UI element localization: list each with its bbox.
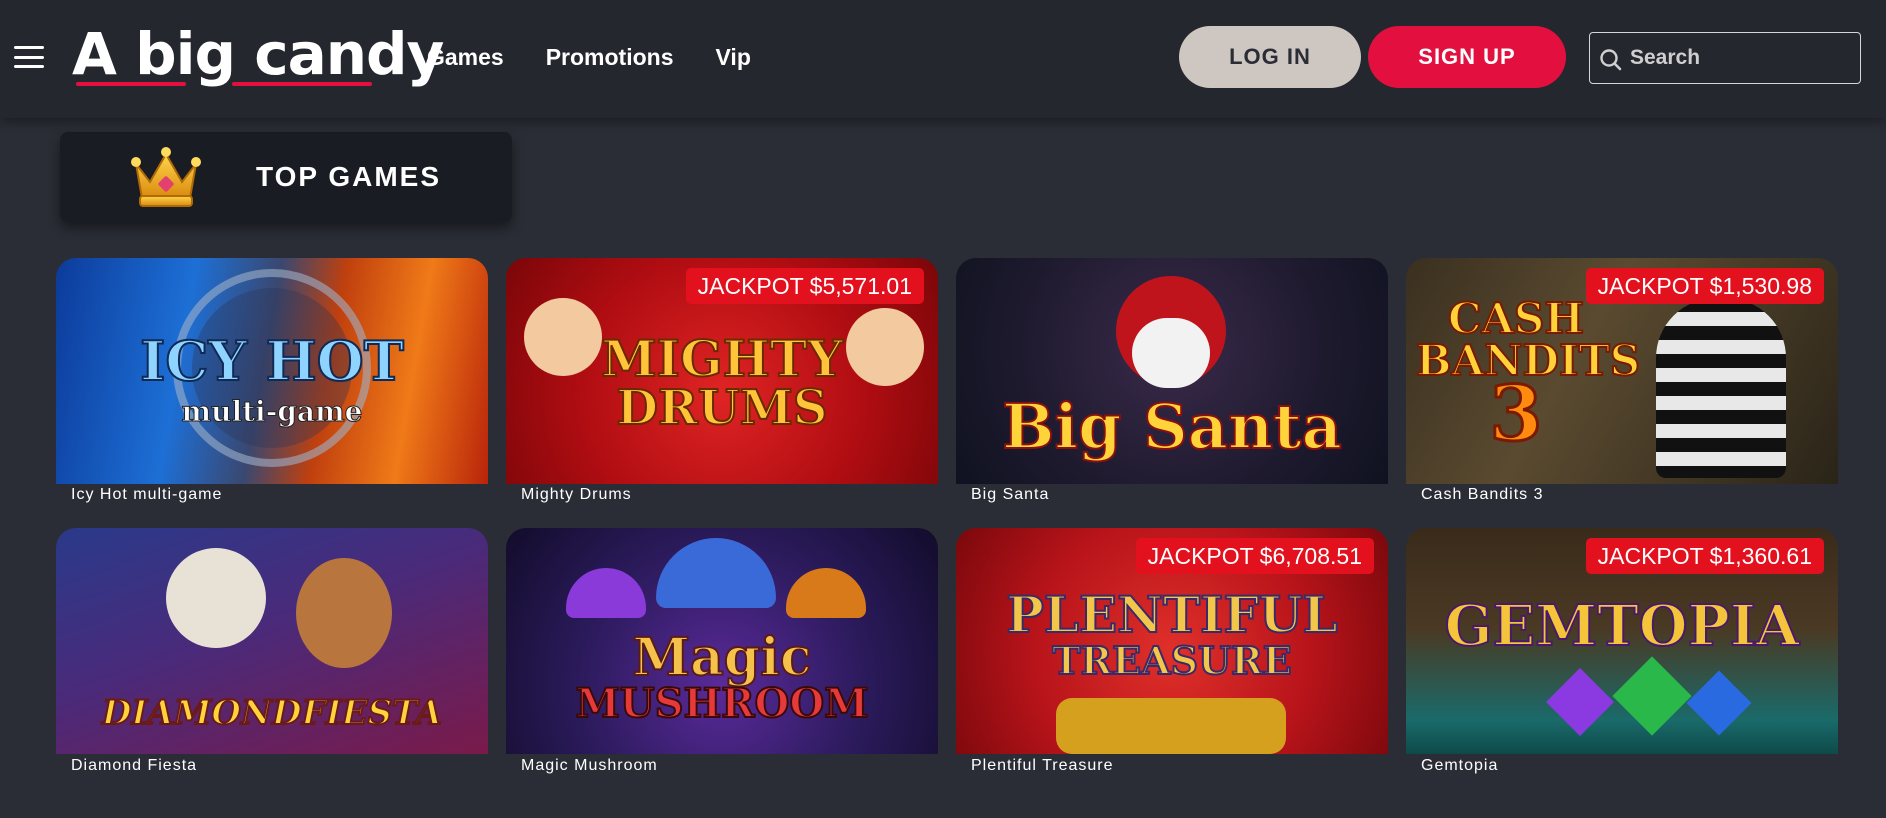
top-games-header: TOP GAMES bbox=[60, 132, 512, 222]
hamburger-menu-icon[interactable] bbox=[14, 46, 44, 68]
treasure-chest bbox=[1056, 698, 1286, 754]
game-art-subtitle: DRUMS bbox=[615, 380, 828, 436]
site-header: A big candy Games Promotions Vip LOG IN … bbox=[0, 0, 1886, 118]
game-art-title: PLENTIFUL bbox=[1005, 585, 1338, 644]
jackpot-badge: JACKPOT $1,530.98 bbox=[1585, 268, 1824, 304]
game-card-big-santa[interactable]: Big Santa bbox=[956, 258, 1388, 484]
game-name[interactable]: Magic Mushroom bbox=[521, 757, 658, 777]
game-card-plentiful-treasure[interactable]: PLENTIFUL TREASURE JACKPOT $6,708.51 bbox=[956, 528, 1388, 754]
signup-button[interactable]: SIGN UP bbox=[1368, 26, 1566, 88]
search-icon bbox=[1600, 49, 1622, 71]
game-name[interactable]: Diamond Fiesta bbox=[71, 757, 197, 777]
nav-vip[interactable]: Vip bbox=[716, 44, 751, 71]
game-name[interactable]: Plentiful Treasure bbox=[971, 757, 1114, 777]
game-name[interactable]: Big Santa bbox=[971, 486, 1049, 506]
game-art-title: MIGHTY bbox=[600, 329, 844, 388]
logo-candy: candy bbox=[254, 20, 444, 88]
game-art-title: Big Santa bbox=[1001, 390, 1343, 463]
search-box bbox=[1589, 32, 1861, 84]
game-art-subtitle: multi-game bbox=[181, 395, 363, 428]
bandit-figure bbox=[1656, 298, 1786, 478]
jackpot-badge: JACKPOT $5,571.01 bbox=[685, 268, 924, 304]
main-nav: Games Promotions Vip bbox=[427, 0, 793, 114]
logo-big: big bbox=[135, 20, 236, 88]
section-title: TOP GAMES bbox=[256, 161, 442, 192]
search-input[interactable] bbox=[1590, 33, 1860, 83]
site-logo[interactable]: A big candy bbox=[72, 18, 444, 90]
game-card-cash-bandits-3[interactable]: CASH BANDITS 3 JACKPOT $1,530.98 bbox=[1406, 258, 1838, 484]
game-art-title: DIAMONDFIESTA bbox=[101, 693, 443, 733]
game-card-diamond-fiesta[interactable]: DIAMONDFIESTA bbox=[56, 528, 488, 754]
nav-promotions[interactable]: Promotions bbox=[546, 44, 674, 71]
game-card-mighty-drums[interactable]: MIGHTY DRUMS JACKPOT $5,571.01 bbox=[506, 258, 938, 484]
login-button[interactable]: LOG IN bbox=[1179, 26, 1361, 88]
game-art-subtitle: 3 bbox=[1488, 369, 1544, 458]
game-name[interactable]: Gemtopia bbox=[1421, 757, 1498, 777]
logo-a: A bbox=[72, 20, 117, 88]
game-art-title: GEMTOPIA bbox=[1444, 593, 1801, 659]
character-figure bbox=[296, 558, 392, 668]
game-name[interactable]: Mighty Drums bbox=[521, 486, 632, 506]
jackpot-badge: JACKPOT $6,708.51 bbox=[1135, 538, 1374, 574]
logo-underline bbox=[76, 82, 186, 86]
crown-icon bbox=[131, 147, 201, 207]
game-art-title: ICY HOT bbox=[139, 329, 405, 393]
skull-figure bbox=[166, 548, 266, 648]
game-art-subtitle: TREASURE bbox=[1051, 638, 1292, 683]
santa-beard bbox=[1132, 318, 1210, 388]
game-card-magic-mushroom[interactable]: Magic MUSHROOM bbox=[506, 528, 938, 754]
game-art-title: Magic bbox=[631, 627, 812, 688]
logo-underline bbox=[232, 82, 372, 86]
game-card-icy-hot[interactable]: ICY HOT multi-game bbox=[56, 258, 488, 484]
game-card-gemtopia[interactable]: GEMTOPIA JACKPOT $1,360.61 bbox=[1406, 528, 1838, 754]
game-name[interactable]: Cash Bandits 3 bbox=[1421, 486, 1544, 506]
game-art-subtitle: MUSHROOM bbox=[574, 680, 869, 727]
jackpot-badge: JACKPOT $1,360.61 bbox=[1585, 538, 1824, 574]
game-name[interactable]: Icy Hot multi-game bbox=[71, 486, 222, 506]
nav-games[interactable]: Games bbox=[427, 44, 504, 71]
